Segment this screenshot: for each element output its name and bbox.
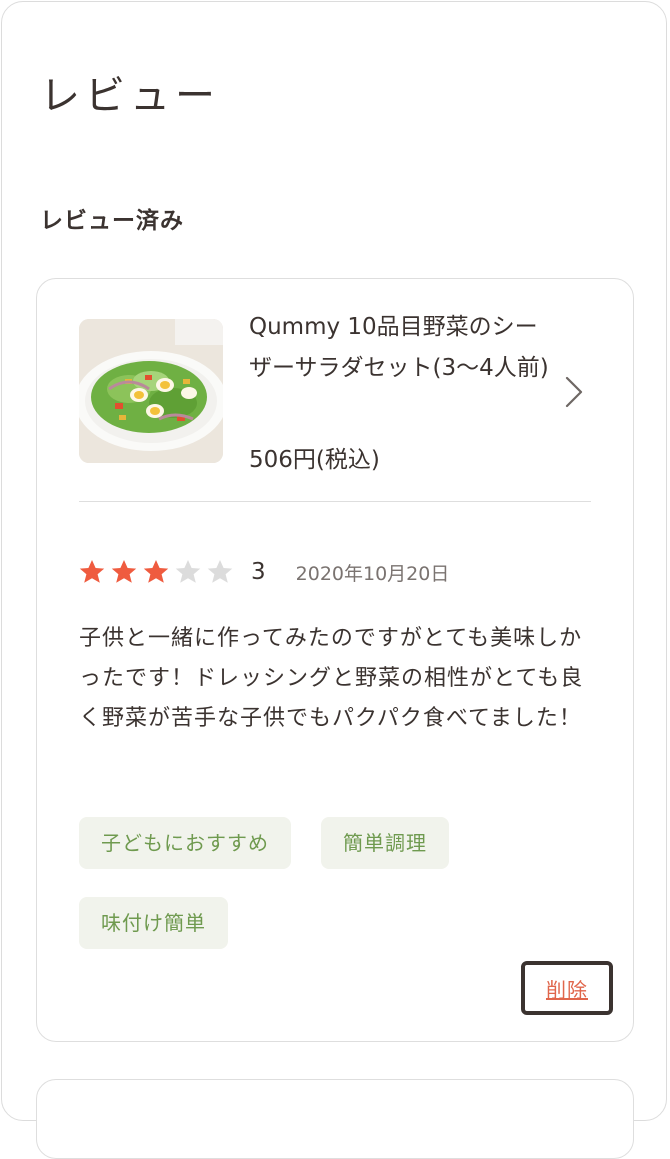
divider (79, 501, 591, 502)
tag-list: 子どもにおすすめ 簡単調理 味付け簡単 (79, 817, 599, 949)
product-name: Qummy 10品目野菜のシーザーサラダセット(3〜4人前) (249, 314, 549, 381)
product-link[interactable]: Qummy 10品目野菜のシーザーサラダセット(3〜4人前) 506円(税込) (37, 279, 632, 501)
delete-button[interactable]: 削除 (521, 961, 613, 1015)
review-card: Qummy 10品目野菜のシーザーサラダセット(3〜4人前) 506円(税込) … (36, 278, 634, 1042)
review-card-next (36, 1079, 634, 1159)
star-filled-icon (79, 560, 105, 583)
review-text: 子供と一緒に作ってみたのですがとても美味しかったです！ドレッシングと野菜の相性が… (79, 626, 584, 731)
star-empty-icon (207, 560, 233, 583)
rating-row: 3 2020年10月20日 (79, 555, 449, 589)
tag: 簡単調理 (321, 817, 449, 869)
star-filled-icon (111, 560, 137, 583)
tag: 味付け簡単 (79, 897, 228, 949)
salad-image (79, 319, 223, 463)
page-title: レビュー (40, 73, 220, 119)
review-date: 2020年10月20日 (295, 562, 450, 585)
tag: 子どもにおすすめ (79, 817, 291, 869)
star-rating (79, 559, 239, 585)
section-title: レビュー済み (40, 208, 184, 234)
product-price: 506円(税込) (249, 447, 380, 473)
chevron-right-icon (565, 376, 583, 408)
star-empty-icon (175, 560, 201, 583)
rating-value: 3 (251, 559, 266, 585)
delete-label: 削除 (546, 977, 588, 1002)
star-filled-icon (143, 560, 169, 583)
